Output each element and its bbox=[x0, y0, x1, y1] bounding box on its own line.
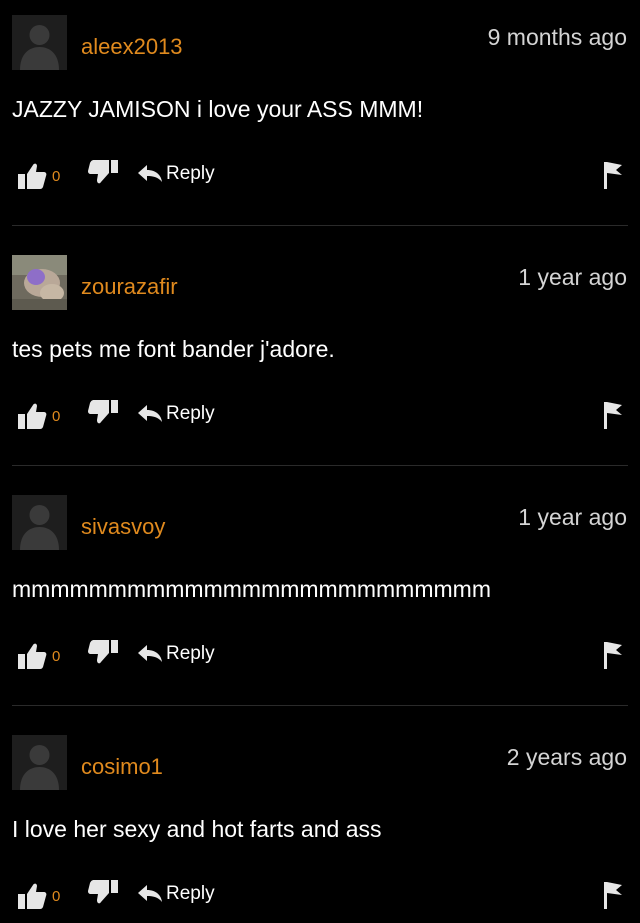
flag-icon[interactable] bbox=[602, 160, 624, 190]
comment-item: aleex2013 9 months ago JAZZY JAMISON i l… bbox=[0, 0, 640, 240]
avatar[interactable] bbox=[12, 255, 67, 310]
comment-actions: 0 Reply bbox=[18, 400, 628, 430]
comment-text: tes pets me font bander j'adore. bbox=[12, 336, 335, 362]
username-link[interactable]: zourazafir bbox=[81, 274, 178, 300]
flag-icon[interactable] bbox=[602, 640, 624, 670]
flag-icon[interactable] bbox=[602, 880, 624, 910]
reply-arrow-icon bbox=[138, 165, 162, 182]
thumbs-down-icon[interactable] bbox=[88, 400, 118, 426]
comment-text: mmmmmmmmmmmmmmmmmmmmmmmmm bbox=[12, 576, 491, 602]
reply-button[interactable]: Reply bbox=[138, 882, 215, 906]
timestamp: 1 year ago bbox=[518, 264, 627, 290]
avatar[interactable] bbox=[12, 495, 67, 550]
thumbs-down-icon[interactable] bbox=[88, 160, 118, 186]
avatar[interactable] bbox=[12, 15, 67, 70]
comment-text: I love her sexy and hot farts and ass bbox=[12, 816, 382, 842]
avatar[interactable] bbox=[12, 735, 67, 790]
divider bbox=[12, 225, 628, 226]
like-count: 0 bbox=[52, 408, 61, 425]
username-link[interactable]: aleex2013 bbox=[81, 34, 183, 60]
like-count: 0 bbox=[52, 648, 61, 665]
reply-button[interactable]: Reply bbox=[138, 642, 215, 666]
user-silhouette-icon bbox=[12, 495, 67, 550]
divider bbox=[12, 705, 628, 706]
comment-list: aleex2013 9 months ago JAZZY JAMISON i l… bbox=[0, 0, 640, 923]
reply-arrow-icon bbox=[138, 405, 162, 422]
user-silhouette-icon bbox=[12, 735, 67, 790]
thumbs-down-icon[interactable] bbox=[88, 640, 118, 666]
comment-actions: 0 Reply bbox=[18, 160, 628, 190]
flag-icon[interactable] bbox=[602, 400, 624, 430]
reply-arrow-icon bbox=[138, 645, 162, 662]
thumbs-up-icon[interactable] bbox=[18, 162, 48, 190]
thumbs-down-icon[interactable] bbox=[88, 880, 118, 906]
reply-arrow-icon bbox=[138, 885, 162, 902]
comment-item: zourazafir 1 year ago tes pets me font b… bbox=[0, 240, 640, 480]
comment-item: cosimo1 2 years ago I love her sexy and … bbox=[0, 720, 640, 923]
reply-label: Reply bbox=[166, 883, 215, 904]
comment-item: sivasvoy 1 year ago mmmmmmmmmmmmmmmmmmmm… bbox=[0, 480, 640, 720]
user-silhouette-icon bbox=[12, 15, 67, 70]
comment-text: JAZZY JAMISON i love your ASS MMM! bbox=[12, 96, 424, 122]
user-photo-icon bbox=[12, 255, 67, 310]
comment-actions: 0 Reply bbox=[18, 880, 628, 910]
timestamp: 1 year ago bbox=[518, 504, 627, 530]
reply-button[interactable]: Reply bbox=[138, 162, 215, 186]
thumbs-up-icon[interactable] bbox=[18, 642, 48, 670]
timestamp: 9 months ago bbox=[487, 24, 627, 50]
timestamp: 2 years ago bbox=[506, 744, 627, 770]
reply-button[interactable]: Reply bbox=[138, 402, 215, 426]
like-count: 0 bbox=[52, 888, 61, 905]
reply-label: Reply bbox=[166, 403, 215, 424]
thumbs-up-icon[interactable] bbox=[18, 402, 48, 430]
reply-label: Reply bbox=[166, 643, 215, 664]
thumbs-up-icon[interactable] bbox=[18, 882, 48, 910]
like-count: 0 bbox=[52, 168, 61, 185]
username-link[interactable]: cosimo1 bbox=[81, 754, 163, 780]
reply-label: Reply bbox=[166, 163, 215, 184]
username-link[interactable]: sivasvoy bbox=[81, 514, 165, 540]
comment-actions: 0 Reply bbox=[18, 640, 628, 670]
divider bbox=[12, 465, 628, 466]
